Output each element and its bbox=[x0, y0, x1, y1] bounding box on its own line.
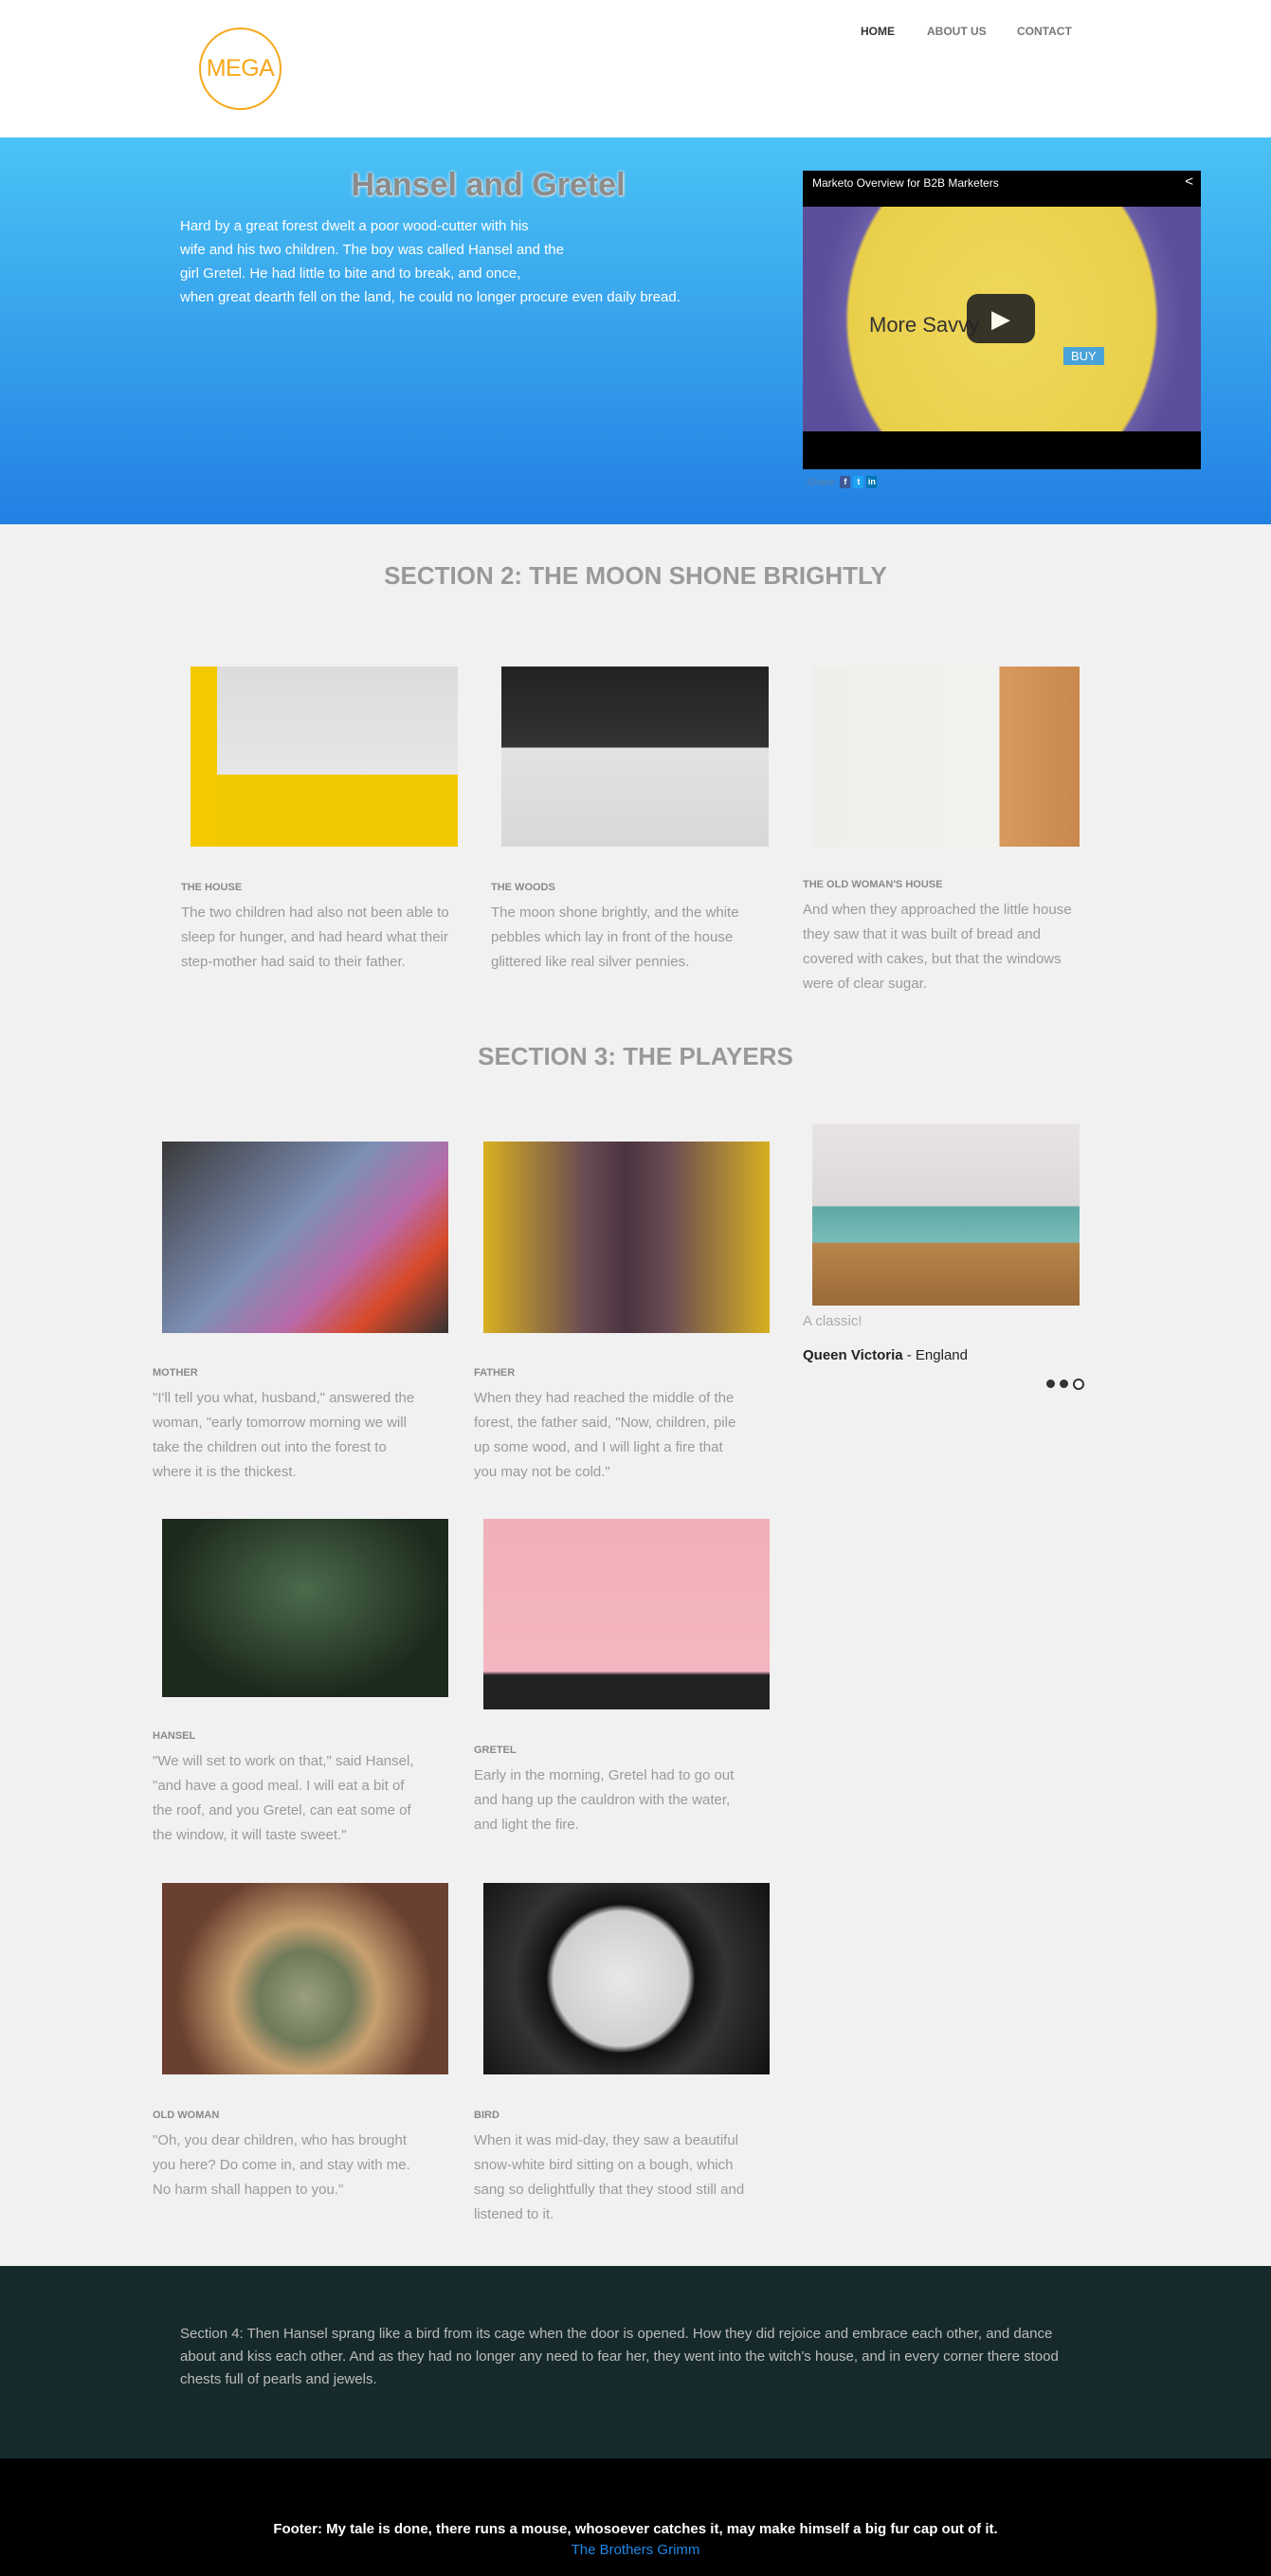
play-icon[interactable]: ▶ bbox=[967, 294, 1035, 343]
player-label: HANSEL bbox=[153, 1730, 196, 1742]
item-label: THE WOODS bbox=[491, 882, 555, 893]
item-text: The two children had also not been able … bbox=[181, 904, 449, 970]
hero-title: Hansel and Gretel bbox=[351, 167, 626, 203]
site-header: MEGA HOME ABOUT US CONTACT bbox=[0, 0, 1271, 137]
player-text: "Oh, you dear children, who has brought … bbox=[153, 2132, 410, 2198]
hero-line: when great dearth fell on the land, he c… bbox=[180, 289, 681, 305]
carousel-dot[interactable] bbox=[1046, 1379, 1055, 1388]
carousel-dot-active[interactable] bbox=[1073, 1379, 1084, 1390]
testimonial-quote: A classic! bbox=[803, 1313, 862, 1329]
video-thumb-text: More Savvy bbox=[869, 313, 980, 337]
hero-line: wife and his two children. The boy was c… bbox=[180, 242, 564, 258]
twitter-icon[interactable]: t bbox=[853, 476, 864, 488]
share-label: Share: bbox=[807, 476, 838, 488]
nav-home[interactable]: HOME bbox=[861, 25, 895, 38]
item-text: The moon shone brightly, and the white p… bbox=[491, 904, 739, 970]
father-image bbox=[483, 1142, 770, 1333]
player-label: GRETEL bbox=[474, 1745, 517, 1756]
item-label: THE HOUSE bbox=[181, 882, 243, 893]
section4-text: Section 4: Then Hansel sprang like a bir… bbox=[180, 2326, 1059, 2387]
nav-about-us[interactable]: ABOUT US bbox=[927, 25, 987, 38]
player-label: OLD WOMAN bbox=[153, 2110, 220, 2121]
section2-heading: SECTION 2: THE MOON SHONE BRIGHTLY bbox=[384, 561, 887, 590]
player-label: FATHER bbox=[474, 1367, 516, 1379]
hero-line: Hard by a great forest dwelt a poor wood… bbox=[180, 218, 529, 234]
footer-link[interactable]: The Brothers Grimm bbox=[0, 2542, 1271, 2558]
player-text: When it was mid-day, they saw a beautifu… bbox=[474, 2132, 745, 2222]
woods-image bbox=[501, 667, 769, 847]
bird-image bbox=[483, 1883, 770, 2074]
share-icon[interactable]: < bbox=[1185, 174, 1193, 190]
player-text: "We will set to work on that," said Hans… bbox=[153, 1753, 414, 1843]
player-text: Early in the morning, Gretel had to go o… bbox=[474, 1767, 735, 1833]
item-text: And when they approached the little hous… bbox=[803, 902, 1072, 992]
testimonial-image bbox=[812, 1124, 1080, 1306]
player-text: When they had reached the middle of the … bbox=[474, 1390, 736, 1480]
hero-text: Hard by a great forest dwelt a poor wood… bbox=[180, 214, 768, 309]
mother-image bbox=[162, 1142, 448, 1333]
facebook-icon[interactable]: f bbox=[840, 476, 851, 488]
author-name: Queen Victoria bbox=[803, 1347, 903, 1363]
author-place: - England bbox=[902, 1347, 968, 1363]
logo[interactable]: MEGA bbox=[199, 27, 281, 110]
video-player[interactable]: Marketo Overview for B2B Marketers < Mor… bbox=[803, 171, 1201, 469]
house-image bbox=[191, 667, 458, 847]
old-woman-image bbox=[162, 1883, 448, 2074]
player-label: MOTHER bbox=[153, 1367, 198, 1379]
footer: Footer: My tale is done, there runs a mo… bbox=[0, 2458, 1271, 2576]
share-row: Share: f t in bbox=[807, 476, 878, 488]
section3-heading: SECTION 3: THE PLAYERS bbox=[478, 1042, 793, 1070]
carousel-dot[interactable] bbox=[1060, 1379, 1068, 1388]
nav-contact[interactable]: CONTACT bbox=[1017, 25, 1072, 38]
buy-label: BUY bbox=[1063, 347, 1104, 365]
section4: Section 4: Then Hansel sprang like a bir… bbox=[0, 2266, 1271, 2458]
footer-text: Footer: My tale is done, there runs a mo… bbox=[273, 2521, 998, 2537]
hansel-image bbox=[162, 1519, 448, 1697]
player-label: BIRD bbox=[474, 2110, 499, 2121]
testimonial-author: Queen Victoria - England bbox=[803, 1347, 968, 1363]
gretel-image bbox=[483, 1519, 770, 1709]
video-thumbnail[interactable]: More Savvy BUY ▶ bbox=[803, 207, 1201, 431]
player-text: "I'll tell you what, husband," answered … bbox=[153, 1390, 415, 1480]
old-womans-house-image bbox=[812, 667, 1080, 847]
linkedin-icon[interactable]: in bbox=[866, 476, 878, 488]
item-label: THE OLD WOMAN'S HOUSE bbox=[803, 879, 943, 890]
hero-line: girl Gretel. He had little to bite and t… bbox=[180, 265, 521, 282]
video-title[interactable]: Marketo Overview for B2B Marketers bbox=[812, 176, 999, 190]
